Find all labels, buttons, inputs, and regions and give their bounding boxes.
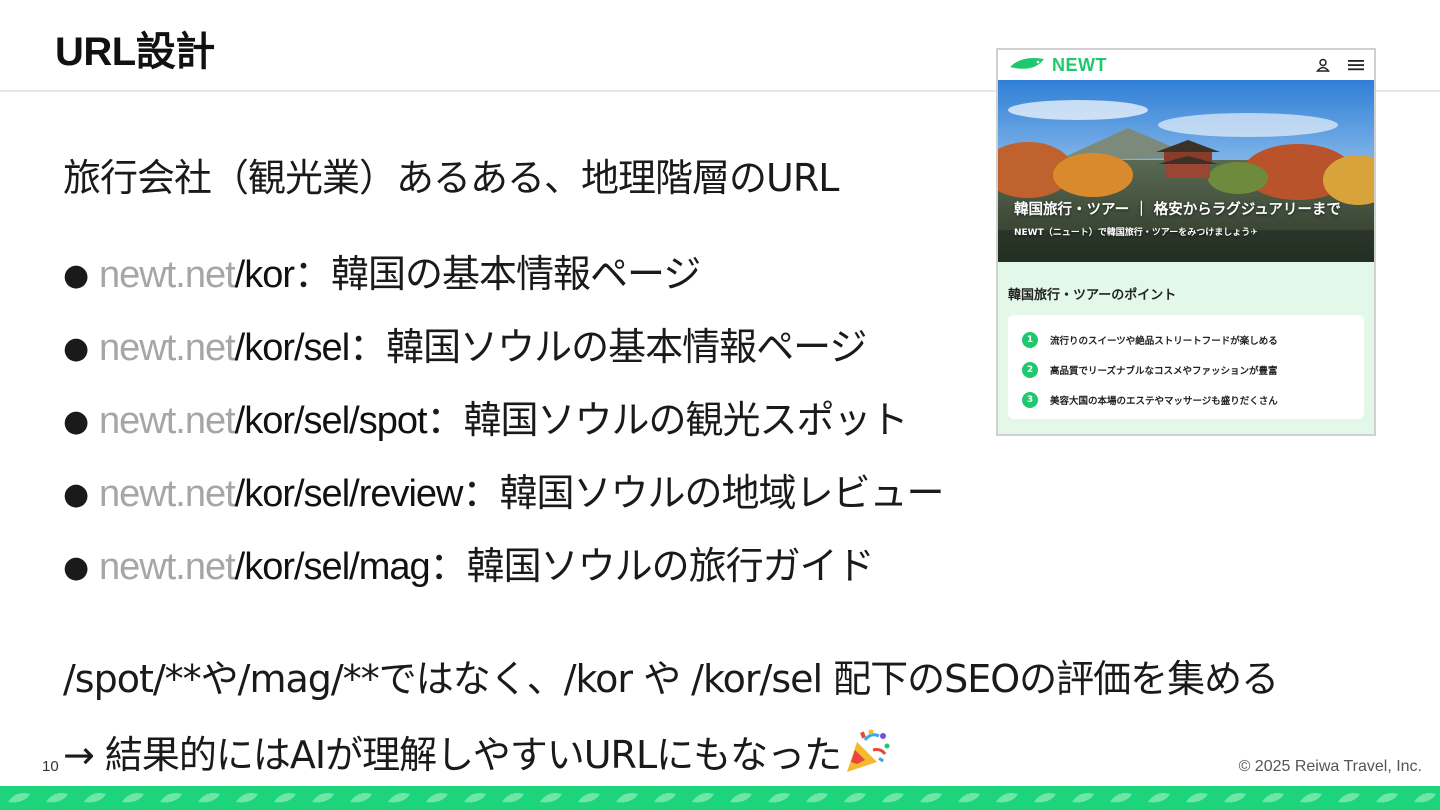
- bullet-dot-icon: ●: [63, 258, 89, 293]
- party-popper-icon: [843, 728, 891, 774]
- url-description: ：韓国ソウルの観光スポット: [426, 398, 909, 442]
- url-path: /kor/sel/review: [234, 473, 464, 515]
- point-text: 流行りのスイーツや絶品ストリートフードが楽しめる: [1050, 336, 1278, 347]
- url-path: /kor/sel: [234, 327, 350, 369]
- bullet-item: ● newt.net/kor：韓国の基本情報ページ: [63, 250, 944, 323]
- newt-logo-text: NEWT: [1052, 54, 1107, 75]
- points-section: 韓国旅行・ツアーのポイント 1 流行りのスイーツや絶品ストリートフードが楽しめる…: [998, 262, 1374, 434]
- user-icon: [1316, 58, 1330, 72]
- copyright: © 2025 Reiwa Travel, Inc.: [1238, 758, 1422, 775]
- subtitle: 旅行会社（観光業）あるある、地理階層のURL: [63, 156, 839, 200]
- hero-subtitle: NEWT（ニュート）で韓国旅行・ツアーをみつけましょう✈: [1014, 228, 1258, 238]
- bullet-dot-icon: ●: [63, 331, 89, 366]
- conclusion-note: → 結果的にはAIが理解しやすいURLにもなった: [63, 728, 891, 779]
- url-domain: newt.net: [99, 473, 236, 515]
- url-domain: newt.net: [99, 254, 236, 296]
- point-number: 2: [1022, 362, 1038, 378]
- url-path: /kor/sel/mag: [234, 546, 431, 588]
- bullet-dot-icon: ●: [63, 477, 89, 512]
- url-description: ：韓国ソウルの基本情報ページ: [349, 325, 867, 369]
- point-text: 美容大国の本場のエステやマッサージも盛りだくさん: [1050, 396, 1278, 407]
- bullet-item: ● newt.net/kor/sel/mag：韓国ソウルの旅行ガイド: [63, 542, 944, 615]
- point-text: 高品質でリーズナブルなコスメやファッションが豊富: [1050, 366, 1278, 377]
- url-domain: newt.net: [99, 327, 236, 369]
- point-number: 1: [1022, 332, 1038, 348]
- site-navbar: NEWT: [998, 50, 1374, 80]
- newt-leaf-icon: [1010, 58, 1044, 69]
- bullet-item: ● newt.net/kor/sel：韓国ソウルの基本情報ページ: [63, 323, 944, 396]
- bullet-item: ● newt.net/kor/sel/review：韓国ソウルの地域レビュー: [63, 469, 945, 542]
- url-bullet-list: ● newt.net/kor：韓国の基本情報ページ ● newt.net/kor/s…: [63, 250, 945, 615]
- url-domain: newt.net: [99, 400, 236, 442]
- bullet-dot-icon: ●: [63, 404, 89, 439]
- url-description: ：韓国ソウルの地域レビュー: [462, 471, 945, 515]
- hero-image: 韓国旅行・ツアー ｜ 格安からラグジュアリーまで NEWT（ニュート）で韓国旅行…: [998, 80, 1374, 262]
- bullet-item: ● newt.net/kor/sel/spot：韓国ソウルの観光スポット: [63, 396, 944, 469]
- seo-note: /spot/**や/mag/**ではなく、/kor や /kor/sel 配下の…: [63, 657, 1279, 701]
- newt-site-screenshot: NEWT 韓国旅行・ツアー ｜ 格安からラグジュアリーまで NEWT（ニュート）…: [996, 48, 1376, 436]
- point-number: 3: [1022, 392, 1038, 408]
- menu-icon: [1348, 60, 1364, 71]
- points-card: 1 流行りのスイーツや絶品ストリートフードが楽しめる 2 高品質でリーズナブルな…: [1008, 315, 1364, 419]
- url-description: ：韓国ソウルの旅行ガイド: [429, 544, 875, 588]
- points-title: 韓国旅行・ツアーのポイント: [1008, 288, 1177, 303]
- bullet-dot-icon: ●: [63, 550, 89, 585]
- footer-brand-band: [0, 786, 1440, 810]
- url-path: /kor/sel/spot: [234, 400, 428, 442]
- slide-title: URL設計: [55, 30, 215, 74]
- url-path: /kor: [234, 254, 295, 296]
- point-item: 1 流行りのスイーツや絶品ストリートフードが楽しめる: [1022, 325, 1350, 355]
- conclusion-text: → 結果的にはAIが理解しやすいURLにもなった: [63, 733, 842, 777]
- url-domain: newt.net: [99, 546, 236, 588]
- newt-logo: NEWT: [1008, 55, 1107, 76]
- point-item: 2 高品質でリーズナブルなコスメやファッションが豊富: [1022, 355, 1350, 385]
- url-description: ：韓国の基本情報ページ: [294, 252, 701, 296]
- page-number: 10: [42, 758, 59, 775]
- point-item: 3 美容大国の本場のエステやマッサージも盛りだくさん: [1022, 385, 1350, 415]
- hero-title: 韓国旅行・ツアー ｜ 格安からラグジュアリーまで: [1014, 202, 1341, 218]
